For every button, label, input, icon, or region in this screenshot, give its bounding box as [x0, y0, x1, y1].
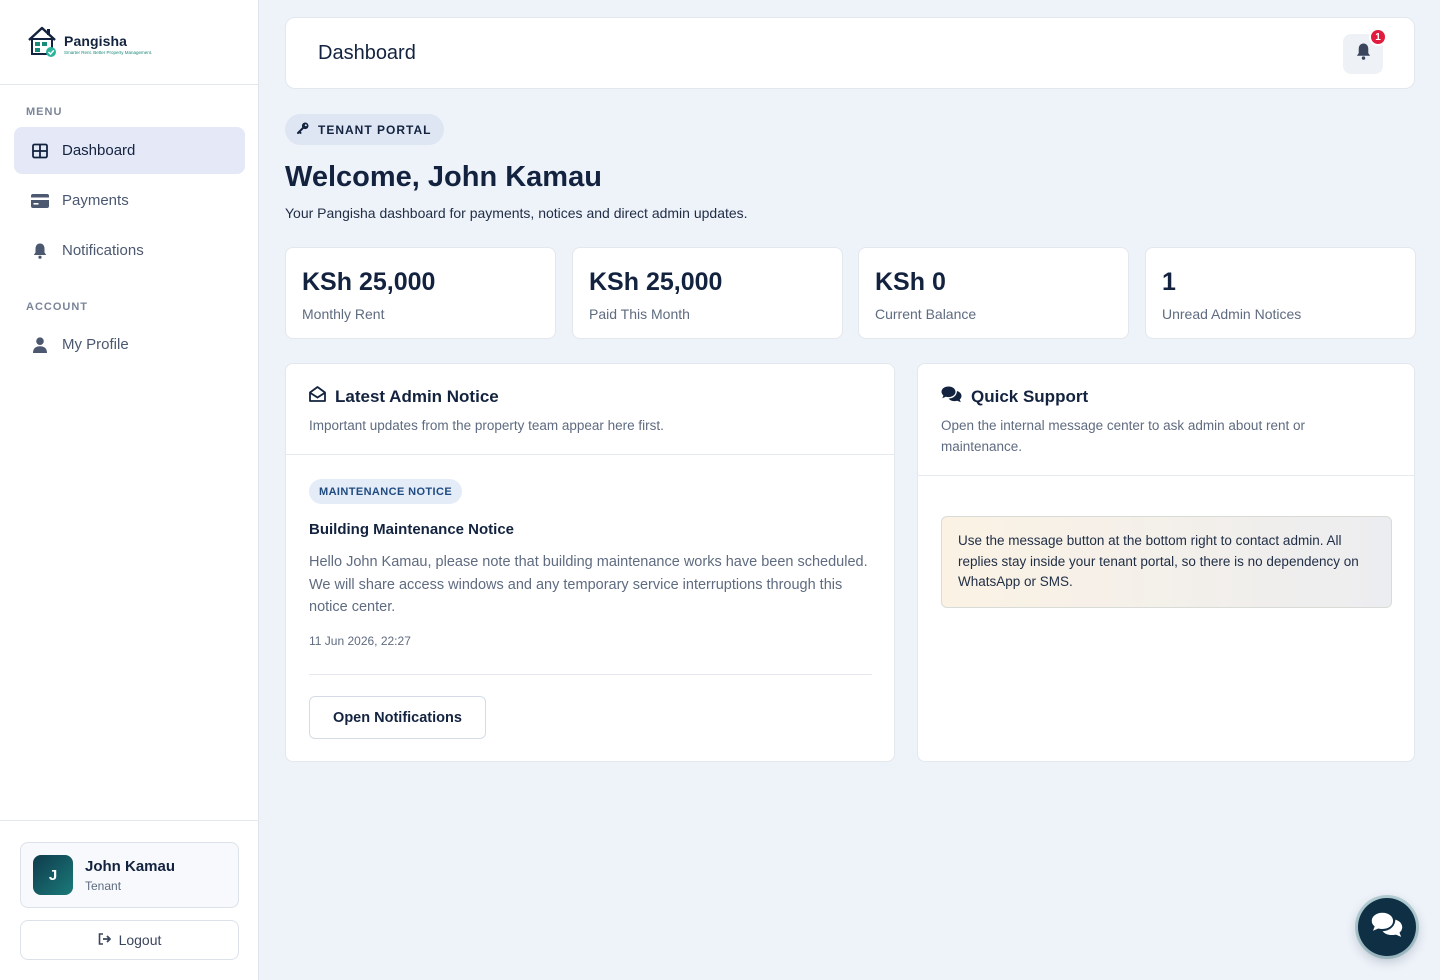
brand-tagline: Smarter Rent. Better Property Management…: [64, 50, 153, 55]
quick-support-title: Quick Support: [971, 387, 1089, 406]
latest-notice-panel: Latest Admin Notice Important updates fr…: [285, 363, 895, 762]
stat-label: Monthly Rent: [302, 306, 385, 322]
stat-card-paid-this-month: KSh 25,000 Paid This Month: [572, 247, 843, 339]
notice-category-badge: MAINTENANCE NOTICE: [309, 479, 463, 504]
topbar: Dashboard 1: [285, 17, 1415, 89]
account-section-label: ACCOUNT: [26, 301, 88, 313]
message-center-button[interactable]: [1358, 898, 1416, 956]
notice-body: Hello John Kamau, please note that build…: [309, 554, 868, 615]
welcome-subtitle: Your Pangisha dashboard for payments, no…: [285, 205, 748, 221]
stat-value: KSh 0: [875, 268, 946, 296]
quick-support-heading: Quick Support: [941, 386, 1088, 408]
divider: [918, 475, 1414, 476]
dashboard-grid-icon: [31, 142, 49, 160]
stat-card-unread-notices: 1 Unread Admin Notices: [1145, 247, 1416, 339]
sidebar-footer: J John Kamau Tenant Logout: [0, 820, 259, 980]
user-name: John Kamau: [85, 857, 176, 875]
notice-timestamp: 11 Jun 2026, 22:27: [309, 634, 411, 648]
stat-label: Paid This Month: [589, 306, 690, 322]
page-title: Dashboard: [318, 42, 416, 64]
stat-value: KSh 25,000: [302, 268, 436, 296]
comments-icon: [941, 386, 971, 408]
sidebar-item-dashboard[interactable]: Dashboard: [14, 127, 245, 174]
sidebar: Pangisha Smarter Rent. Better Property M…: [0, 0, 259, 980]
user-card[interactable]: J John Kamau Tenant: [20, 842, 239, 908]
user-icon: [31, 336, 49, 354]
divider: [286, 454, 894, 455]
notice-title: Building Maintenance Notice: [309, 521, 515, 538]
latest-notice-heading: Latest Admin Notice: [309, 386, 499, 407]
tenant-portal-pill: TENANT PORTAL: [285, 114, 445, 145]
stat-label: Unread Admin Notices: [1162, 306, 1302, 322]
stat-label: Current Balance: [875, 306, 977, 322]
sidebar-item-notifications[interactable]: Notifications: [14, 227, 245, 274]
chat-bubbles-icon: [1371, 912, 1403, 943]
support-info-box: Use the message button at the bottom rig…: [941, 516, 1392, 608]
sidebar-item-my-profile[interactable]: My Profile: [14, 321, 245, 368]
key-icon: [297, 122, 318, 137]
latest-notice-title: Latest Admin Notice: [335, 386, 499, 406]
user-role: Tenant: [85, 878, 122, 893]
stat-value: 1: [1162, 268, 1176, 296]
stat-value: KSh 25,000: [589, 268, 723, 296]
notifications-button[interactable]: 1: [1343, 28, 1387, 74]
bell-icon: [31, 242, 49, 260]
tenant-portal-label: TENANT PORTAL: [318, 122, 432, 137]
sidebar-item-label: Notifications: [62, 242, 144, 259]
brand[interactable]: Pangisha Smarter Rent. Better Property M…: [0, 0, 258, 85]
avatar: J: [33, 855, 73, 895]
brand-name: Pangisha: [64, 33, 128, 49]
logout-label: Logout: [118, 932, 162, 948]
logout-icon: [98, 932, 119, 948]
open-notifications-button[interactable]: Open Notifications: [309, 696, 486, 739]
quick-support-subtitle: Open the internal message center to ask …: [941, 418, 1305, 454]
menu-section-label: MENU: [26, 106, 63, 118]
notification-count-badge: 1: [1369, 28, 1387, 46]
quick-support-panel: Quick Support Open the internal message …: [917, 363, 1415, 762]
logout-button[interactable]: Logout: [20, 920, 239, 960]
envelope-open-icon: [309, 386, 335, 407]
sidebar-item-label: My Profile: [62, 336, 129, 353]
stat-card-monthly-rent: KSh 25,000 Monthly Rent: [285, 247, 556, 339]
latest-notice-subtitle: Important updates from the property team…: [309, 418, 664, 433]
welcome-title: Welcome, John Kamau: [285, 161, 602, 193]
stat-card-current-balance: KSh 0 Current Balance: [858, 247, 1129, 339]
divider: [309, 674, 872, 675]
sidebar-item-label: Payments: [62, 192, 129, 209]
credit-card-icon: [31, 192, 49, 210]
sidebar-item-label: Dashboard: [62, 142, 136, 159]
bell-icon: [1356, 43, 1371, 65]
sidebar-item-payments[interactable]: Payments: [14, 177, 245, 224]
house-logo-icon: [26, 25, 60, 59]
